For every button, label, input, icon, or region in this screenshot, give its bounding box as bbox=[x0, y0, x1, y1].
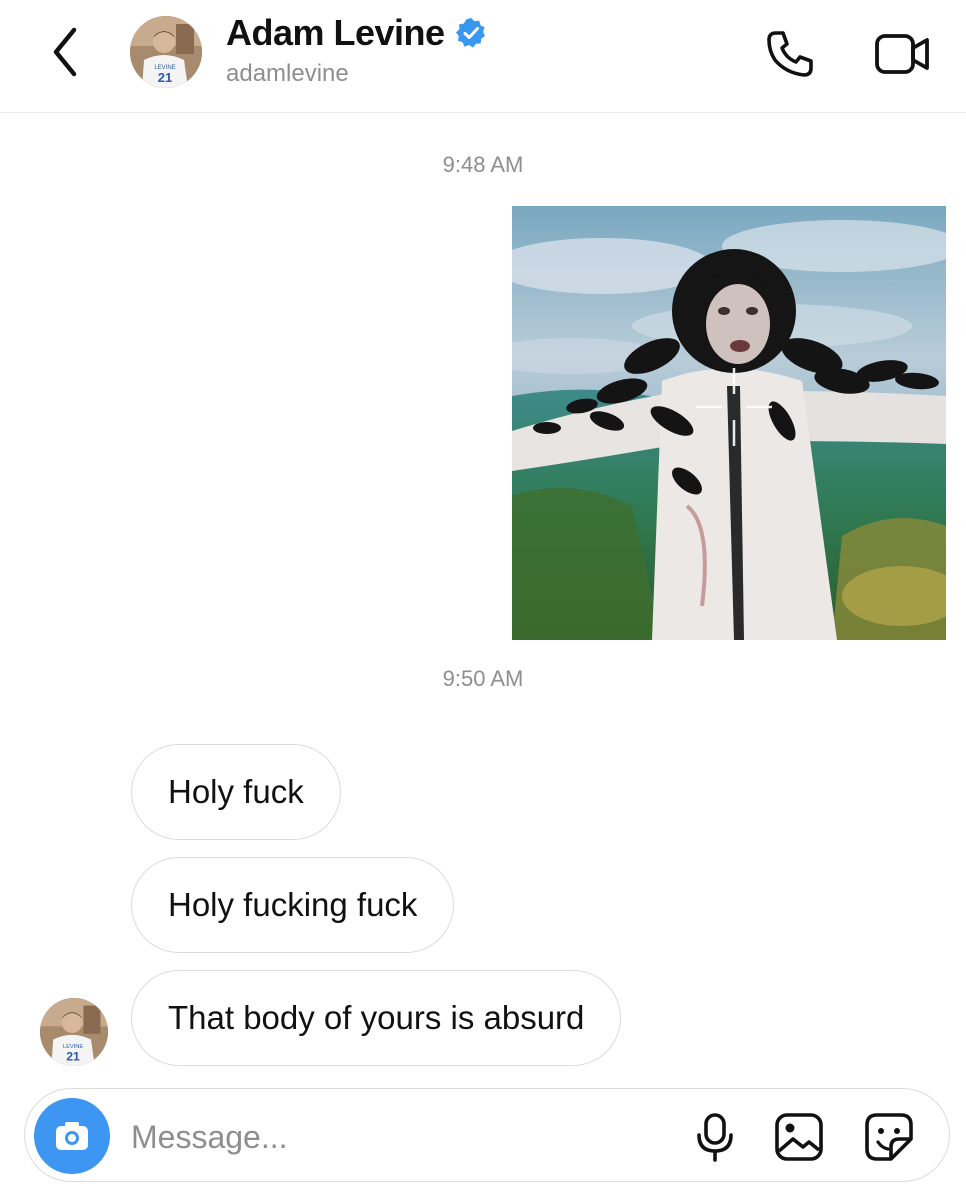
video-call-button[interactable] bbox=[872, 26, 934, 82]
audio-call-button[interactable] bbox=[762, 26, 818, 82]
back-button[interactable] bbox=[44, 22, 88, 82]
sender-avatar[interactable]: LEVINE 21 bbox=[40, 998, 108, 1066]
sticker-button[interactable] bbox=[861, 1109, 917, 1165]
phone-icon bbox=[767, 31, 813, 77]
gallery-button[interactable] bbox=[771, 1109, 827, 1165]
avatar[interactable]: LEVINE 21 bbox=[130, 16, 202, 88]
sticker-icon bbox=[865, 1113, 913, 1161]
chevron-left-icon bbox=[53, 27, 77, 77]
message-timestamp: 9:48 AM bbox=[442, 152, 524, 177]
message-timestamp: 9:50 AM bbox=[442, 666, 524, 691]
camera-icon bbox=[56, 1122, 88, 1150]
chat-header: LEVINE 21 Adam Levine adamlevine bbox=[0, 0, 966, 113]
voice-message-button[interactable] bbox=[687, 1109, 743, 1165]
video-camera-icon bbox=[875, 34, 929, 74]
message-bubble[interactable]: Holy fucking fuck bbox=[131, 857, 455, 953]
svg-text:21: 21 bbox=[158, 70, 172, 85]
shared-photo[interactable] bbox=[512, 206, 946, 640]
microphone-icon bbox=[697, 1113, 733, 1162]
chat-title[interactable]: Adam Levine adamlevine bbox=[226, 12, 487, 88]
contact-name: Adam Levine bbox=[226, 12, 445, 53]
message-composer bbox=[24, 1088, 950, 1182]
image-gallery-icon bbox=[775, 1113, 823, 1161]
message-input[interactable] bbox=[129, 1109, 673, 1165]
verified-badge-icon bbox=[455, 18, 485, 48]
message-bubble[interactable]: That body of yours is absurd bbox=[131, 970, 622, 1066]
contact-handle: adamlevine bbox=[226, 60, 349, 87]
message-bubble[interactable]: Holy fuck bbox=[131, 744, 341, 840]
camera-button[interactable] bbox=[34, 1098, 110, 1174]
svg-text:21: 21 bbox=[66, 1049, 80, 1063]
